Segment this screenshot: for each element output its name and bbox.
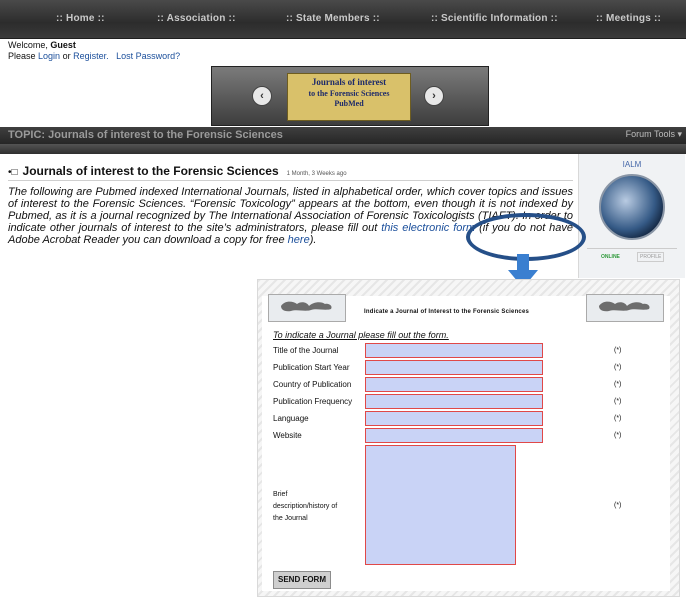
please-text: Please (8, 51, 39, 61)
ialm-logo (599, 174, 665, 240)
nav-state-members[interactable]: :: State Members :: (286, 13, 380, 24)
required-marker: (*) (614, 364, 622, 371)
register-link[interactable]: Register. (73, 51, 109, 61)
title-input[interactable] (365, 343, 543, 358)
banner-line-3: PubMed (334, 99, 364, 108)
label-frequency: Publication Frequency (273, 397, 353, 406)
post-heading: •□ Journals of interest to the Forensic S… (8, 164, 347, 178)
send-form-button[interactable]: SEND FORM (273, 571, 331, 589)
start-year-input[interactable] (365, 360, 543, 375)
welcome-block: Welcome, Guest Please Login or Register.… (8, 40, 180, 62)
post-title: Journals of interest to the Forensic Sci… (22, 164, 279, 178)
topic-title: TOPIC: Journals of interest to the Foren… (8, 129, 283, 141)
label-language: Language (273, 414, 309, 423)
language-input[interactable] (365, 411, 543, 426)
label-description: Brief description/history of the Journal (273, 491, 338, 522)
profile-button[interactable]: PROFILE (637, 252, 665, 262)
bullet-icon: •□ (8, 167, 18, 178)
download-here-link[interactable]: here (288, 234, 310, 246)
forum-tools-menu[interactable]: Forum Tools ▾ (626, 129, 682, 140)
topic-subbar (0, 144, 686, 154)
welcome-user: Guest (50, 40, 76, 50)
user-sidebar: IALM ONLINE PROFILE (578, 154, 685, 278)
nav-association[interactable]: :: Association :: (157, 13, 236, 24)
label-country: Country of Publication (273, 380, 352, 389)
carousel-prev-icon[interactable]: ‹ (252, 86, 272, 106)
frequency-input[interactable] (365, 394, 543, 409)
description-textarea[interactable] (365, 445, 516, 565)
top-navigation: :: Home :: :: Association :: :: State Me… (0, 0, 686, 39)
nav-meetings[interactable]: :: Meetings :: (596, 13, 661, 24)
banner-line-1: Journals of interest (311, 77, 387, 87)
world-map-left-icon (268, 294, 346, 322)
required-marker: (*) (614, 415, 622, 422)
nav-home[interactable]: :: Home :: (56, 13, 105, 24)
lost-password-link[interactable]: Lost Password? (116, 51, 180, 61)
label-start-year: Publication Start Year (273, 363, 350, 372)
electronic-form-link[interactable]: this electronic form (381, 222, 475, 234)
welcome-text: Welcome, (8, 40, 51, 50)
country-input[interactable] (365, 377, 543, 392)
required-marker: (*) (614, 398, 622, 405)
required-marker: (*) (614, 347, 622, 354)
post-age: 1 Month, 3 Weeks ago (286, 171, 347, 177)
website-input[interactable] (365, 428, 543, 443)
divider (8, 180, 573, 181)
required-marker: (*) (614, 432, 622, 439)
required-marker: (*) (614, 381, 622, 388)
label-website: Website (273, 431, 302, 440)
banner-image[interactable]: Journals of interest to the Forensic Sci… (287, 73, 411, 121)
sidebar-username[interactable]: IALM (579, 160, 685, 169)
or-text: or (60, 51, 74, 61)
banner-carousel: ‹ Journals of interest to the Forensic S… (211, 66, 489, 126)
banner-line-2: to the Forensic Sciences (308, 89, 390, 98)
topic-bar: TOPIC: Journals of interest to the Foren… (0, 127, 686, 144)
label-title: Title of the Journal (273, 346, 339, 355)
carousel-next-icon[interactable]: › (424, 86, 444, 106)
sidebar-divider (587, 248, 677, 249)
form-title: Indicate a Journal of Interest to the Fo… (364, 309, 530, 315)
required-marker: (*) (614, 502, 622, 509)
online-badge: ONLINE (601, 254, 620, 260)
nav-scientific-information[interactable]: :: Scientific Information :: (431, 13, 558, 24)
form-intro: To indicate a Journal please fill out th… (273, 330, 449, 340)
login-link[interactable]: Login (38, 51, 60, 61)
world-map-right-icon (586, 294, 664, 322)
